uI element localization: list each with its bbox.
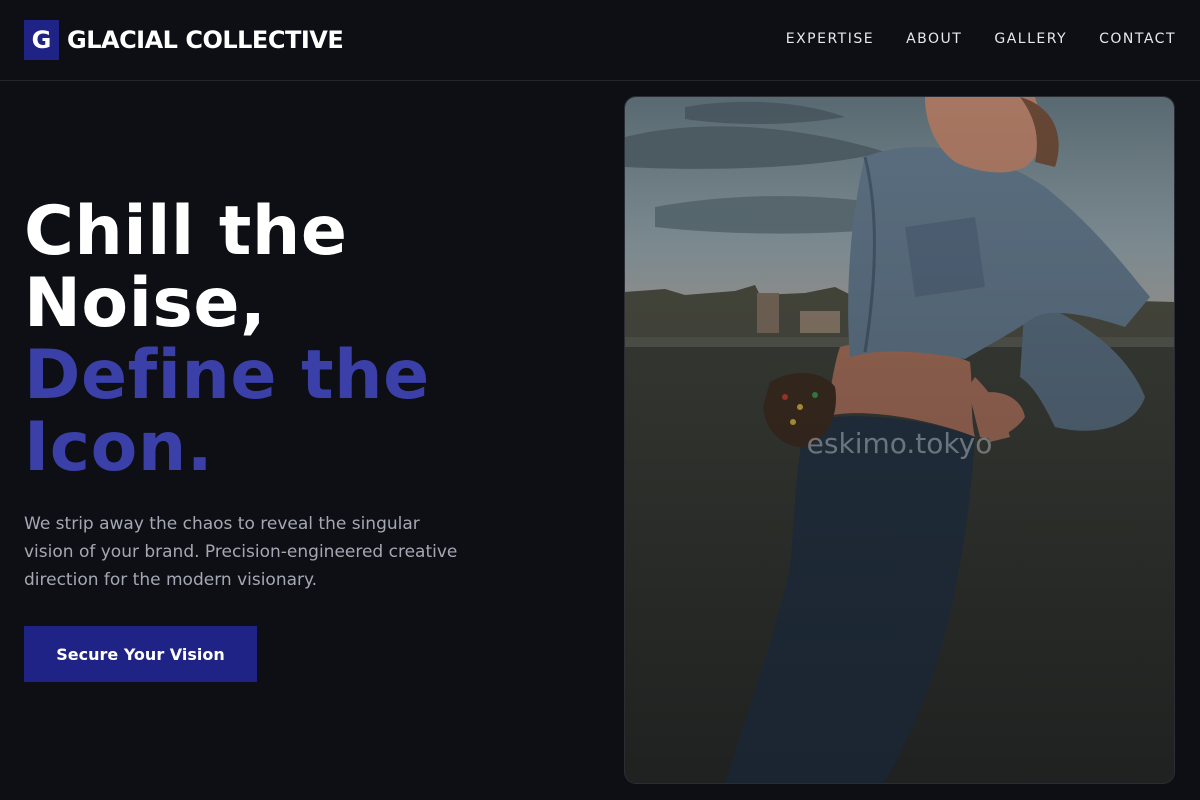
hero-photo: eskimo.tokyo xyxy=(624,96,1175,784)
headline-accent-line-1: Define the xyxy=(24,336,430,415)
hero-headline: Chill the Noise, Define the Icon. xyxy=(24,196,584,484)
brand-logo[interactable]: G GLACIAL COLLECTIVE xyxy=(24,20,344,60)
main-nav: EXPERTISE ABOUT GALLERY CONTACT xyxy=(786,31,1176,47)
headline-line-2: Noise, xyxy=(24,264,267,343)
hero-description: We strip away the chaos to reveal the si… xyxy=(24,514,458,590)
nav-item-expertise[interactable]: EXPERTISE xyxy=(786,31,874,47)
headline-accent-line-2: Icon. xyxy=(24,408,214,487)
headline-line-1: Chill the xyxy=(24,192,348,271)
nav-item-about[interactable]: ABOUT xyxy=(906,31,962,47)
site-header: G GLACIAL COLLECTIVE EXPERTISE ABOUT GAL… xyxy=(0,0,1200,81)
logo-mark: G xyxy=(24,20,59,60)
secure-vision-button[interactable]: Secure Your Vision xyxy=(24,626,257,682)
nav-item-gallery[interactable]: GALLERY xyxy=(994,31,1067,47)
photo-watermark: eskimo.tokyo xyxy=(806,427,993,460)
nav-item-contact[interactable]: CONTACT xyxy=(1099,31,1176,47)
brand-name: GLACIAL COLLECTIVE xyxy=(67,26,344,54)
